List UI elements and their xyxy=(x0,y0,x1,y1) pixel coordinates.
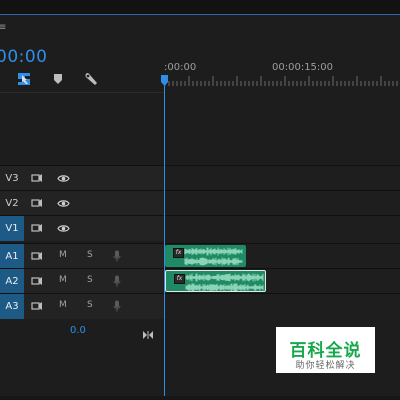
track-lane-a3[interactable] xyxy=(164,294,400,319)
mute-button[interactable]: M xyxy=(59,275,67,285)
track-a3: A3 M S xyxy=(0,293,400,319)
sync-lock-icon[interactable] xyxy=(30,274,44,288)
track-header-a2: A2 M S xyxy=(0,269,163,294)
eye-icon[interactable] xyxy=(56,196,70,210)
solo-button[interactable]: S xyxy=(87,250,93,260)
master-volume-value[interactable]: 0.0 xyxy=(70,325,86,336)
sync-lock-icon[interactable] xyxy=(30,221,44,235)
playhead-timecode[interactable]: 00:00 xyxy=(0,47,48,67)
sync-lock-icon[interactable] xyxy=(30,196,44,210)
ruler-ticks xyxy=(164,76,398,86)
mute-button[interactable]: M xyxy=(59,300,67,310)
mute-button[interactable]: M xyxy=(59,250,67,260)
eye-icon[interactable] xyxy=(56,171,70,185)
header-separator xyxy=(0,92,164,93)
audio-clip-a2[interactable]: fx xyxy=(165,270,266,292)
panel-focus-line xyxy=(0,14,400,15)
solo-button[interactable]: S xyxy=(87,275,93,285)
track-header-a1: A1 M S xyxy=(0,244,163,269)
playhead-line[interactable] xyxy=(164,86,165,400)
watermark-subtitle: 助你轻松解决 xyxy=(295,361,356,371)
track-label-v2[interactable]: V2 xyxy=(0,191,24,216)
track-label-a1[interactable]: A1 xyxy=(0,244,24,269)
ruler-label-15s: 00:00:15:00 xyxy=(272,62,334,73)
playhead-handle[interactable] xyxy=(161,75,168,86)
track-lane-v2[interactable] xyxy=(164,191,400,216)
track-label-v3[interactable]: V3 xyxy=(0,166,24,191)
timeline-toolbar xyxy=(0,66,164,92)
track-header-v1: V1 xyxy=(0,216,163,241)
panel-title-strip xyxy=(0,0,400,15)
track-label-v1[interactable]: V1 xyxy=(0,216,24,241)
watermark-logo: 百科全说 助你轻松解决 xyxy=(276,327,375,373)
track-lane-v3[interactable] xyxy=(164,166,400,191)
ruler-label-start: :00:00 xyxy=(164,62,197,73)
sync-lock-icon[interactable] xyxy=(30,299,44,313)
master-track-header: 0.0 xyxy=(0,320,163,344)
track-header-a3: A3 M S xyxy=(0,294,163,319)
wrench-icon[interactable] xyxy=(83,71,99,87)
microphone-icon[interactable] xyxy=(110,274,124,288)
audio-clip-a1[interactable]: fx xyxy=(165,245,246,267)
horizontal-scrollbar[interactable] xyxy=(0,396,400,400)
track-header-v2: V2 xyxy=(0,191,163,216)
track-v3: V3 xyxy=(0,165,400,191)
microphone-icon[interactable] xyxy=(110,249,124,263)
sync-lock-icon[interactable] xyxy=(30,249,44,263)
sync-lock-icon[interactable] xyxy=(30,171,44,185)
solo-button[interactable]: S xyxy=(87,300,93,310)
microphone-icon[interactable] xyxy=(110,299,124,313)
track-header-v3: V3 xyxy=(0,166,163,191)
fx-badge: fx xyxy=(173,248,184,258)
time-ruler[interactable]: :00:00 00:00:15:00 xyxy=(164,58,400,92)
track-lane-v1[interactable] xyxy=(164,216,400,241)
track-v1: V1 xyxy=(0,215,400,241)
snap-icon[interactable] xyxy=(16,71,32,87)
fx-badge: fx xyxy=(174,274,185,284)
add-marker-icon[interactable] xyxy=(50,71,66,87)
eye-icon[interactable] xyxy=(56,221,70,235)
panel-menu-icon[interactable]: ≡ xyxy=(0,22,6,33)
go-to-end-icon[interactable] xyxy=(142,325,154,344)
track-label-a3[interactable]: A3 xyxy=(0,294,24,319)
track-label-a2[interactable]: A2 xyxy=(0,269,24,294)
track-v2: V2 xyxy=(0,190,400,216)
